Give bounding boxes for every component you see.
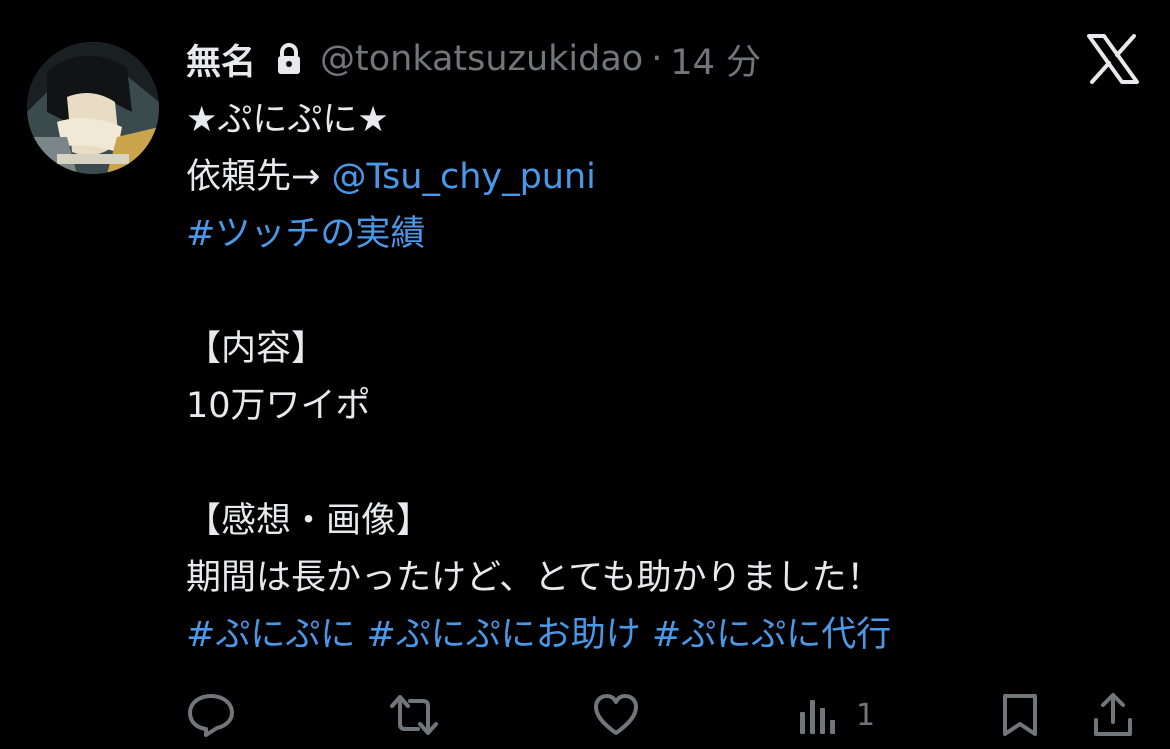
- section-heading-review: 【感想・画像】: [186, 501, 432, 541]
- tweet-header: 無名 @tonkatsuzukidao · 14 分: [186, 34, 761, 85]
- bookmark-icon: [1003, 694, 1037, 736]
- tweet-line-title: ★ぷにぷに★: [186, 100, 389, 140]
- share-button[interactable]: [1092, 690, 1134, 740]
- section-body-content: 10万ワイポ: [186, 386, 371, 426]
- avatar[interactable]: [27, 42, 159, 174]
- avatar-image: [27, 42, 159, 174]
- tweet-line-request: 依頼先→ @Tsu_chy_puni: [186, 154, 596, 200]
- handle[interactable]: @tonkatsuzukidao: [320, 39, 643, 79]
- display-name[interactable]: 無名: [186, 34, 256, 85]
- request-label: 依頼先→: [186, 157, 332, 197]
- section-heading-content: 【内容】: [186, 329, 327, 369]
- hashtag-link[interactable]: #ぷにぷにお助け: [366, 615, 640, 655]
- share-icon: [1094, 693, 1132, 736]
- x-logo-icon[interactable]: [1086, 34, 1140, 84]
- reply-icon: [188, 694, 234, 737]
- mention-link[interactable]: @Tsu_chy_puni: [331, 157, 595, 197]
- like-button[interactable]: [592, 690, 640, 740]
- reply-button[interactable]: [186, 690, 236, 740]
- section-body-review: 期間は長かったけど、とても助かりました！: [186, 558, 882, 598]
- lock-icon: [276, 42, 302, 76]
- hashtag-link[interactable]: #ぷにぷに代行: [652, 615, 891, 655]
- heart-icon: [594, 694, 638, 735]
- retweet-icon: [390, 695, 438, 735]
- separator-dot: ·: [651, 39, 663, 79]
- timestamp[interactable]: 14 分: [670, 34, 761, 85]
- action-bar: 1: [0, 690, 1170, 740]
- tweet-hashtags: #ぷにぷに #ぷにぷにお助け #ぷにぷに代行: [186, 612, 891, 658]
- retweet-button[interactable]: [388, 690, 440, 740]
- hashtag-link[interactable]: #ツッチの実績: [186, 211, 425, 257]
- views-button[interactable]: 1: [798, 690, 875, 740]
- hashtag-link[interactable]: #ぷにぷに: [186, 615, 355, 655]
- bar-chart-icon: [800, 700, 835, 734]
- bookmark-button[interactable]: [1000, 690, 1040, 740]
- views-count: 1: [856, 697, 876, 733]
